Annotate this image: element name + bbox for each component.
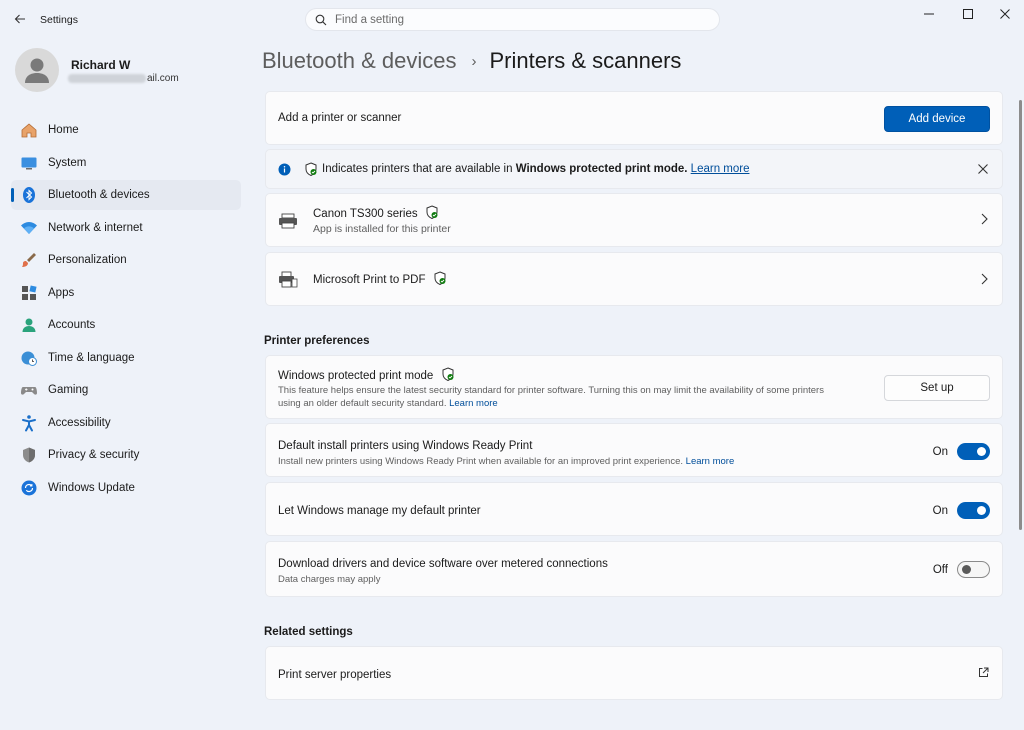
verified-shield-icon [442, 367, 454, 382]
printer-item-canon[interactable]: Canon TS300 series App is installed for … [265, 193, 1003, 247]
dismiss-icon[interactable] [978, 164, 988, 174]
add-printer-label: Add a printer or scanner [278, 112, 402, 124]
breadcrumb: Bluetooth & devices › Printers & scanner… [262, 48, 681, 74]
sidebar-item-time-language[interactable]: Time & language [11, 343, 241, 373]
info-icon [278, 163, 291, 176]
toggle-state-label: On [932, 446, 948, 458]
info-text: Indicates printers that are available in… [322, 163, 750, 175]
apps-icon [20, 284, 38, 302]
search-box[interactable] [305, 8, 720, 31]
redacted-email [68, 73, 146, 83]
gamepad-icon [20, 381, 38, 399]
minimize-icon [924, 13, 934, 15]
sidebar-item-windows-update[interactable]: Windows Update [11, 473, 241, 503]
user-email: ail.com [68, 73, 179, 84]
verified-shield-icon [305, 162, 317, 177]
sidebar-item-apps[interactable]: Apps [11, 278, 241, 308]
ready-print-toggle[interactable] [957, 443, 990, 460]
ready-print-card: Default install printers using Windows R… [265, 423, 1003, 477]
section-title-related-settings: Related settings [264, 626, 353, 638]
protected-mode-title: Windows protected print mode [278, 367, 455, 382]
accounts-icon [20, 316, 38, 334]
sidebar-item-network[interactable]: Network & internet [11, 213, 241, 243]
back-button[interactable] [8, 8, 32, 30]
metered-toggle[interactable] [957, 561, 990, 578]
printer-name: Microsoft Print to PDF [313, 271, 447, 286]
sidebar-nav: Home System Bluetooth & devices Network … [11, 115, 241, 505]
protected-mode-learn-more-link[interactable]: Learn more [449, 398, 498, 409]
close-window-button[interactable] [990, 6, 1020, 22]
sidebar-item-accounts[interactable]: Accounts [11, 310, 241, 340]
accessibility-icon [20, 414, 38, 432]
brush-icon [20, 251, 38, 269]
globe-clock-icon [20, 349, 38, 367]
default-printer-title: Let Windows manage my default printer [278, 505, 481, 517]
sidebar-item-gaming[interactable]: Gaming [11, 375, 241, 405]
toggle-knob [962, 565, 971, 574]
add-printer-card: Add a printer or scanner Add device [265, 91, 1003, 145]
breadcrumb-parent[interactable]: Bluetooth & devices [262, 48, 456, 74]
close-icon [1000, 9, 1010, 19]
protected-print-mode-card: Windows protected print mode This featur… [265, 355, 1003, 419]
app-title: Settings [40, 14, 78, 26]
sidebar-item-home[interactable]: Home [11, 115, 241, 145]
toggle-state-label: On [932, 505, 948, 517]
open-external-icon [978, 667, 989, 681]
verified-shield-icon [434, 271, 446, 286]
system-icon [20, 154, 38, 172]
info-bar: Indicates printers that are available in… [265, 149, 1003, 189]
network-icon [20, 219, 38, 237]
maximize-icon [963, 9, 973, 19]
add-device-button[interactable]: Add device [884, 106, 990, 132]
verified-shield-icon [426, 205, 438, 220]
chevron-right-icon [980, 213, 988, 228]
ready-print-title: Default install printers using Windows R… [278, 440, 533, 452]
metered-desc: Data charges may apply [278, 574, 381, 585]
sidebar-item-privacy-security[interactable]: Privacy & security [11, 440, 241, 470]
chevron-right-icon [980, 273, 988, 288]
home-icon [20, 121, 38, 139]
ready-print-desc: Install new printers using Windows Ready… [278, 456, 735, 467]
printer-subtitle: App is installed for this printer [313, 223, 451, 235]
printer-name: Canon TS300 series [313, 205, 439, 220]
sidebar-item-system[interactable]: System [11, 148, 241, 178]
page-title: Printers & scanners [489, 48, 682, 73]
metered-title: Download drivers and device software ove… [278, 558, 608, 570]
update-icon [20, 479, 38, 497]
breadcrumb-separator: › [471, 52, 477, 70]
title-bar: Settings [0, 0, 1024, 40]
person-icon [25, 58, 49, 83]
search-icon [315, 14, 327, 25]
default-printer-toggle[interactable] [957, 502, 990, 519]
shield-icon [20, 446, 38, 464]
arrow-left-icon [14, 14, 25, 24]
default-printer-card: Let Windows manage my default printer On [265, 482, 1003, 536]
toggle-state-label: Off [932, 564, 948, 576]
avatar[interactable] [15, 48, 59, 92]
printer-pdf-icon [279, 271, 298, 288]
search-input[interactable] [335, 13, 695, 26]
scrollbar[interactable] [1019, 100, 1022, 530]
print-server-properties-card[interactable]: Print server properties [265, 646, 1003, 700]
info-learn-more-link[interactable]: Learn more [691, 163, 750, 175]
sidebar-item-personalization[interactable]: Personalization [11, 245, 241, 275]
sidebar-item-accessibility[interactable]: Accessibility [11, 408, 241, 438]
toggle-knob [977, 506, 986, 515]
protected-mode-desc: This feature helps ensure the latest sec… [278, 385, 824, 409]
section-title-printer-preferences: Printer preferences [264, 335, 370, 347]
print-server-properties-label: Print server properties [278, 669, 392, 681]
user-name: Richard W [71, 58, 131, 72]
toggle-knob [977, 447, 986, 456]
printer-item-pdf[interactable]: Microsoft Print to PDF [265, 252, 1003, 306]
sidebar-item-bluetooth-devices[interactable]: Bluetooth & devices [11, 180, 241, 210]
minimize-button[interactable] [914, 6, 944, 22]
bluetooth-icon [20, 186, 38, 204]
printer-icon [279, 213, 297, 229]
maximize-button[interactable] [953, 6, 983, 22]
setup-button[interactable]: Set up [884, 375, 990, 401]
ready-print-learn-more-link[interactable]: Learn more [686, 456, 735, 467]
metered-connection-card: Download drivers and device software ove… [265, 541, 1003, 597]
